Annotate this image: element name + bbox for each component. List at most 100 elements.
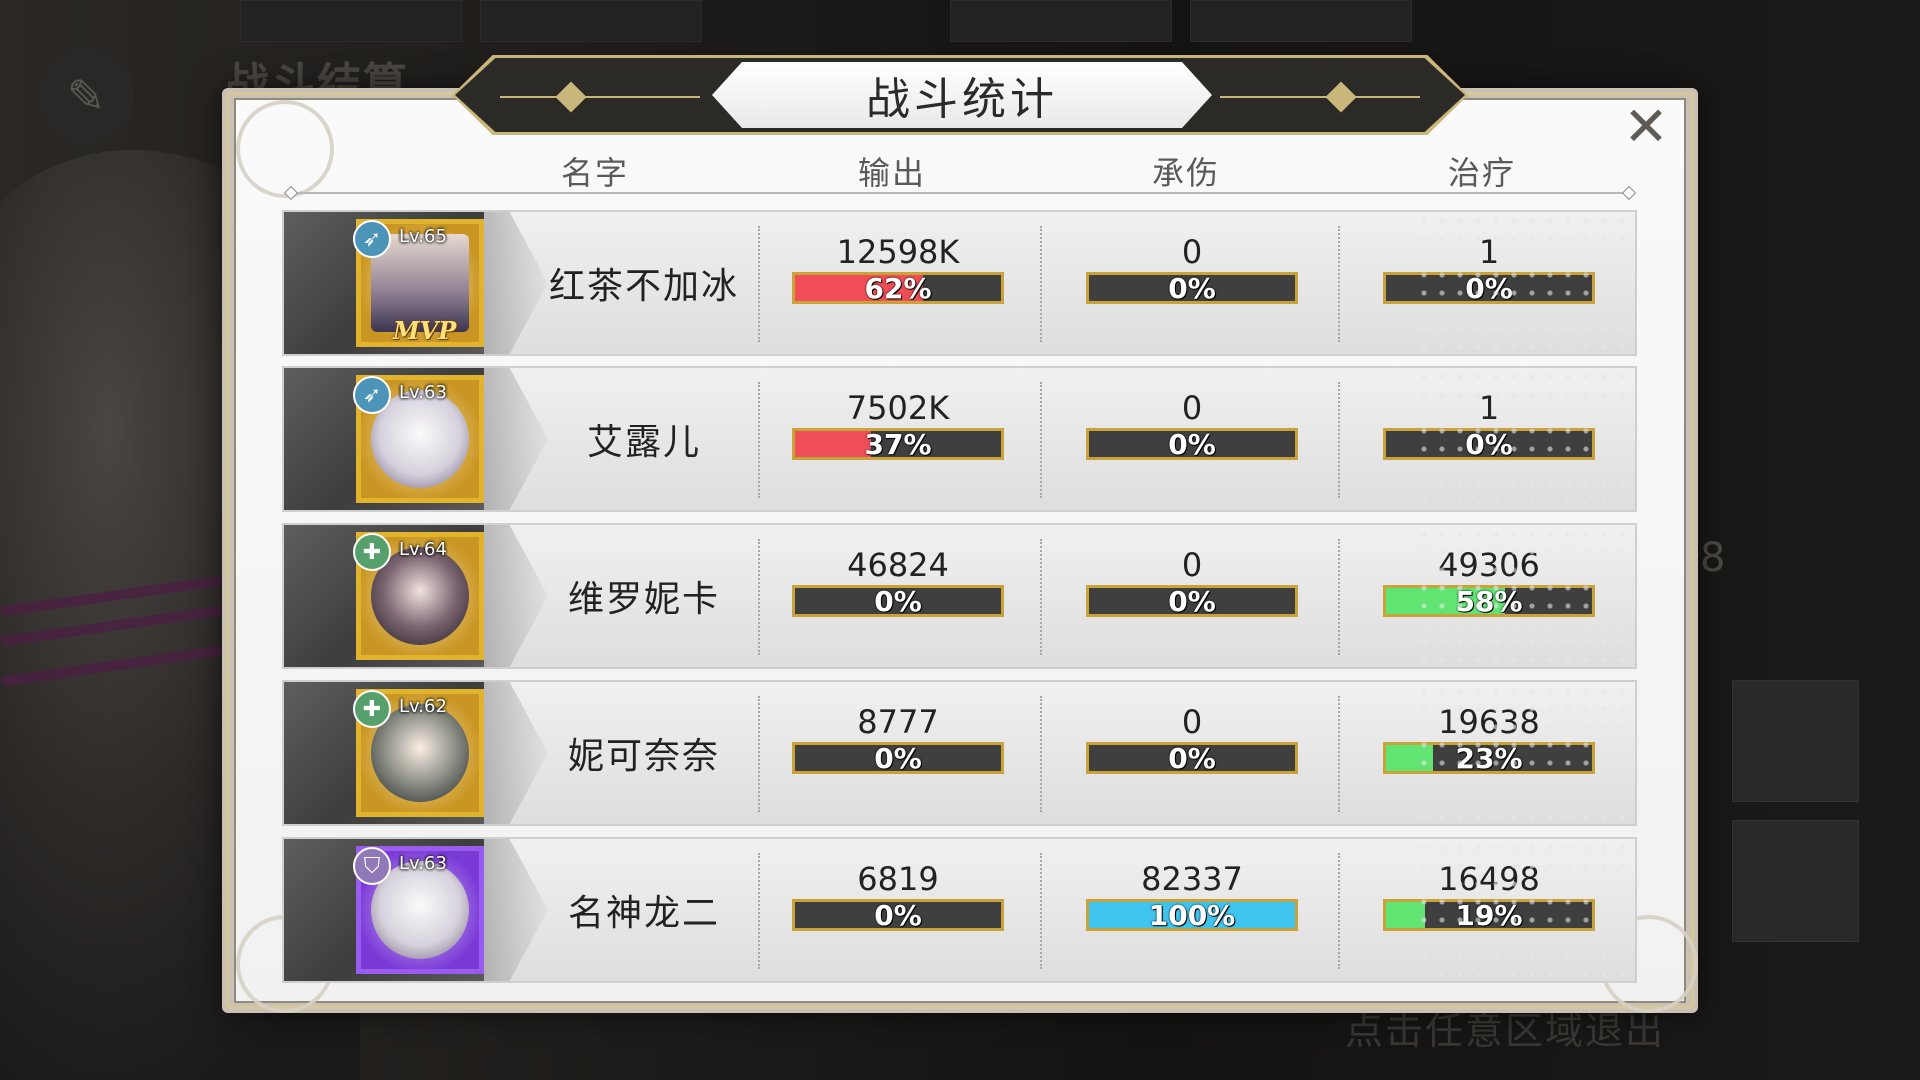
- stat-heal-bar: 0%: [1383, 428, 1595, 460]
- stat-heal: 1 0%: [1383, 232, 1595, 304]
- stat-heal-value: 1: [1478, 233, 1500, 271]
- player-row[interactable]: ⛉ Lv.63 名神龙二 6819 0% 82337 100% 16498 19…: [282, 837, 1637, 983]
- panel-title: 战斗统计: [712, 62, 1212, 128]
- stat-damage: 7502K 37%: [792, 388, 1004, 460]
- stat-heal-value: 16498: [1438, 860, 1540, 898]
- column-divider: [1338, 539, 1340, 655]
- character-name: 维罗妮卡: [567, 579, 720, 620]
- stat-damage-bar: 0%: [792, 742, 1004, 774]
- stat-heal-bar: 0%: [1383, 272, 1595, 304]
- stat-heal-percent: 0%: [1465, 428, 1513, 460]
- stat-damage-bar: 62%: [792, 272, 1004, 304]
- stat-damage-percent: 37%: [864, 428, 932, 460]
- stat-damage-value: 6819: [857, 860, 939, 898]
- stat-taken-percent: 0%: [1168, 428, 1216, 460]
- character-avatar[interactable]: ✚ Lv.62: [353, 689, 484, 817]
- stat-heal-percent: 58%: [1455, 585, 1523, 617]
- header-divider: [290, 192, 1630, 194]
- stat-damage: 46824 0%: [792, 545, 1004, 617]
- character-avatar[interactable]: ✚ Lv.64: [353, 532, 484, 660]
- column-divider: [1338, 853, 1340, 969]
- stat-taken-bar: 0%: [1086, 585, 1298, 617]
- stat-damage-percent: 0%: [874, 899, 922, 931]
- stat-damage-value: 12598K: [836, 233, 960, 271]
- stat-taken-value: 0: [1181, 389, 1203, 427]
- character-level: Lv.63: [399, 382, 447, 403]
- stat-taken-value: 82337: [1141, 860, 1243, 898]
- bg-tile: [1190, 0, 1412, 42]
- stat-damage-value: 7502K: [846, 389, 950, 427]
- character-level: Lv.65: [399, 226, 447, 247]
- stat-taken: 0 0%: [1086, 702, 1298, 774]
- column-divider: [758, 382, 760, 498]
- character-avatar[interactable]: ➶ Lv.63: [353, 375, 484, 503]
- shield-icon: ⛉: [353, 847, 391, 885]
- stat-taken: 0 0%: [1086, 545, 1298, 617]
- column-divider: [758, 696, 760, 812]
- column-header-name: 名字: [560, 154, 629, 192]
- stat-taken-bar: 0%: [1086, 428, 1298, 460]
- stat-damage-value: 46824: [847, 546, 949, 584]
- player-row[interactable]: ✚ Lv.64 维罗妮卡 46824 0% 0 0% 49306 58%: [282, 523, 1637, 669]
- close-button[interactable]: ✕: [1612, 94, 1680, 158]
- title-ornament-line: [1220, 96, 1420, 98]
- title-ornament-line: [500, 96, 700, 98]
- stat-heal-bar: 23%: [1383, 742, 1595, 774]
- close-icon: ✕: [1623, 94, 1669, 158]
- character-name: 艾露儿: [586, 422, 701, 463]
- bg-tile: [240, 0, 462, 42]
- mvp-badge: MVP: [393, 316, 457, 345]
- stat-damage-bar: 0%: [792, 899, 1004, 931]
- stat-heal: 19638 23%: [1383, 702, 1595, 774]
- stat-damage-value: 8777: [857, 703, 939, 741]
- bow-icon: ➶: [353, 376, 391, 414]
- stat-heal: 1 0%: [1383, 388, 1595, 460]
- stat-taken-percent: 0%: [1168, 585, 1216, 617]
- stat-taken: 0 0%: [1086, 388, 1298, 460]
- character-avatar[interactable]: ➶ Lv.65 MVP: [353, 219, 484, 347]
- character-name: 妮可奈奈: [567, 736, 720, 777]
- character-level: Lv.63: [399, 853, 447, 874]
- stat-taken-value: 0: [1181, 703, 1203, 741]
- player-row[interactable]: ➶ Lv.65 MVP 红茶不加冰 12598K 62% 0 0% 1 0%: [282, 210, 1637, 356]
- stat-damage-percent: 0%: [874, 585, 922, 617]
- column-divider: [1040, 382, 1042, 498]
- stat-taken-value: 0: [1181, 233, 1203, 271]
- player-row[interactable]: ➶ Lv.63 艾露儿 7502K 37% 0 0% 1 0%: [282, 366, 1637, 512]
- bg-tile: [480, 0, 702, 42]
- bg-tile: [1732, 820, 1859, 942]
- column-divider: [1040, 226, 1042, 342]
- character-name: 红茶不加冰: [548, 266, 739, 307]
- stat-damage: 6819 0%: [792, 859, 1004, 931]
- stat-heal-bar: 19%: [1383, 899, 1595, 931]
- document-icon: ✎: [38, 48, 134, 144]
- column-divider: [758, 853, 760, 969]
- stat-heal-percent: 23%: [1455, 742, 1523, 774]
- column-divider: [1040, 539, 1042, 655]
- column-divider: [1338, 696, 1340, 812]
- stat-taken-percent: 0%: [1168, 272, 1216, 304]
- stat-heal-value: 19638: [1438, 703, 1540, 741]
- column-divider: [1040, 696, 1042, 812]
- character-name: 名神龙二: [567, 893, 720, 934]
- character-avatar[interactable]: ⛉ Lv.63: [353, 846, 484, 974]
- stat-heal: 16498 19%: [1383, 859, 1595, 931]
- player-row[interactable]: ✚ Lv.62 妮可奈奈 8777 0% 0 0% 19638 23%: [282, 680, 1637, 826]
- stat-heal-value: 49306: [1438, 546, 1540, 584]
- heal-cross-icon: ✚: [353, 533, 391, 571]
- stat-taken-percent: 0%: [1168, 742, 1216, 774]
- stat-taken-bar: 100%: [1086, 899, 1298, 931]
- stat-taken-bar: 0%: [1086, 742, 1298, 774]
- bg-tile: [1732, 680, 1859, 802]
- stat-heal-bar: 58%: [1383, 585, 1595, 617]
- stat-damage: 8777 0%: [792, 702, 1004, 774]
- background-side-number: 8: [1700, 535, 1726, 581]
- stat-damage-bar: 37%: [792, 428, 1004, 460]
- character-level: Lv.62: [399, 696, 447, 717]
- column-header-damage: 输出: [857, 154, 926, 192]
- character-level: Lv.64: [399, 539, 447, 560]
- heal-cross-icon: ✚: [353, 690, 391, 728]
- corner-ornament: [236, 100, 334, 198]
- stat-taken-value: 0: [1181, 546, 1203, 584]
- column-divider: [1338, 226, 1340, 342]
